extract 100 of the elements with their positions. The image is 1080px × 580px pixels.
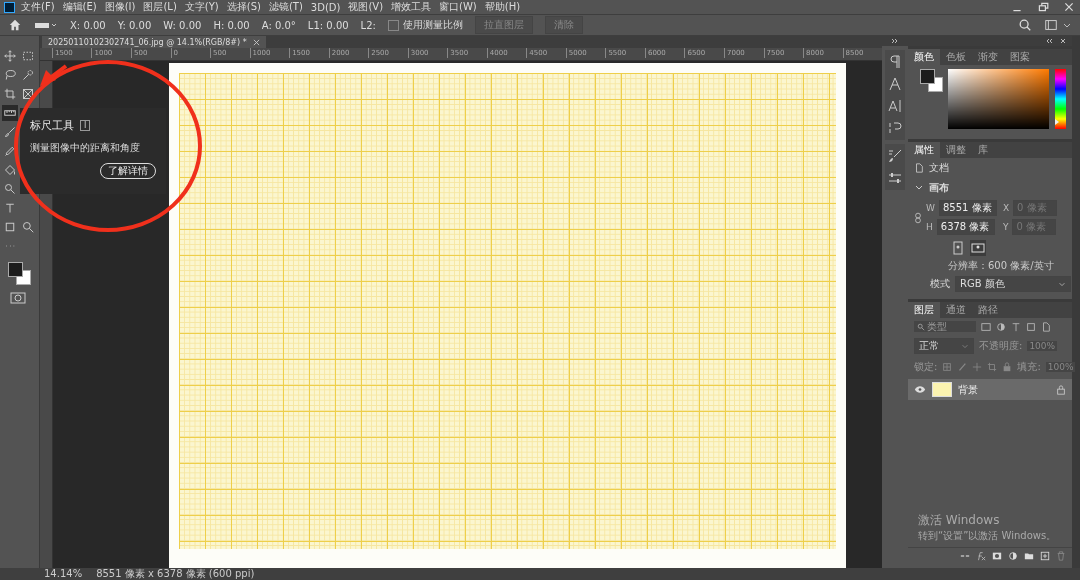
checkbox[interactable] <box>387 19 399 31</box>
activation-title: 激活 Windows <box>918 512 1001 529</box>
mode-dropdown[interactable]: RGB 颜色 <box>955 276 1071 292</box>
panel-tab[interactable]: 图层 <box>908 302 940 318</box>
checkerboard-icon[interactable] <box>942 362 953 372</box>
color-swatch-drawing[interactable] <box>8 262 30 284</box>
zoom-icon <box>22 221 34 233</box>
menu-item[interactable]: 增效工具 <box>389 0 434 14</box>
restore-icon[interactable] <box>1036 1 1050 13</box>
field-label: W <box>926 203 935 213</box>
marquee-icon <box>22 50 34 62</box>
image-icon[interactable] <box>981 321 991 332</box>
annotation-arrow <box>40 64 68 86</box>
input-field[interactable]: 8551 像素 <box>938 200 997 216</box>
lasso-icon <box>4 69 16 81</box>
menu-item[interactable]: 文件(F) <box>19 0 57 14</box>
menu-item[interactable]: 帮助(H) <box>482 0 523 14</box>
tool-button[interactable] <box>2 124 18 140</box>
hue-slider[interactable] <box>1055 69 1066 129</box>
menu-item[interactable]: 滤镜(T) <box>266 0 305 14</box>
layer-row[interactable]: 背景 <box>908 379 1072 400</box>
menu-item[interactable]: 图层(L) <box>141 0 179 14</box>
menu-item[interactable]: 视图(V) <box>346 0 386 14</box>
menu-item[interactable]: 图像(I) <box>102 0 138 14</box>
folder-icon[interactable] <box>1024 551 1034 561</box>
new-layer-icon[interactable] <box>1040 551 1050 561</box>
field-label: X <box>1002 203 1010 213</box>
home-icon[interactable] <box>8 18 22 32</box>
character-icon[interactable] <box>887 98 903 114</box>
landscape-icon[interactable] <box>970 240 986 256</box>
color-picker-field[interactable] <box>947 69 1050 129</box>
menu-item[interactable]: 编辑(E) <box>60 0 99 14</box>
lock-label: 锁定: <box>914 360 938 374</box>
effects-icon[interactable] <box>976 551 986 561</box>
document-tab[interactable]: 20250110102302741_06.jpg @ 14.1%(RGB/8#) * <box>42 36 266 48</box>
field-label: H <box>926 222 933 232</box>
tooltip-description: 测量图像中的距离和角度 <box>30 141 141 155</box>
close-icon[interactable] <box>1058 38 1068 44</box>
collapse-icon[interactable] <box>1044 38 1054 44</box>
quick-mask-icon[interactable] <box>10 292 26 304</box>
lock-icon[interactable] <box>1056 384 1066 395</box>
measurement-readout: Y: 0.00 <box>117 19 152 31</box>
close-icon[interactable] <box>1062 1 1076 13</box>
eye-icon[interactable] <box>914 385 926 394</box>
tool-button[interactable] <box>20 219 36 235</box>
half-circle-icon[interactable] <box>996 321 1006 332</box>
panel-tab[interactable]: 颜色 <box>908 49 940 65</box>
measurement-readout: A: 0.0° <box>261 19 296 31</box>
type-icon <box>4 202 16 214</box>
trash-icon[interactable] <box>1056 551 1066 561</box>
type-icon[interactable] <box>1011 321 1021 332</box>
color-swatch-drawing[interactable] <box>920 69 942 91</box>
panel-tab[interactable]: 路径 <box>972 302 1004 318</box>
measurement-readout: H: 0.00 <box>213 19 250 31</box>
document-label: 文档 <box>929 161 949 175</box>
brush-icon[interactable] <box>887 148 903 164</box>
input-field[interactable]: 6378 像素 <box>936 219 995 235</box>
menu-item[interactable]: 3D(D) <box>308 1 343 13</box>
adjustment-icon[interactable] <box>1008 551 1018 561</box>
panel-tab[interactable]: 调整 <box>940 142 972 158</box>
history-icon[interactable] <box>887 120 903 136</box>
lock-icon[interactable] <box>1002 362 1013 372</box>
move-icon <box>4 50 16 62</box>
hue-slider-thumb[interactable] <box>1055 119 1060 126</box>
layer-thumbnail <box>932 382 952 397</box>
menu-item[interactable]: 文字(Y) <box>182 0 221 14</box>
panel-tab[interactable]: 图案 <box>1004 49 1036 65</box>
workspace-icon[interactable] <box>1044 18 1058 32</box>
filter-field[interactable]: 类型 <box>914 321 976 332</box>
panel-tab[interactable]: 通道 <box>940 302 972 318</box>
paint-bucket-icon <box>4 164 16 176</box>
tool-button[interactable] <box>2 105 18 121</box>
panel-tab[interactable]: 渐变 <box>972 49 1004 65</box>
search-icon[interactable] <box>1018 18 1032 32</box>
zoom-level: 14.14% <box>44 568 83 580</box>
smart-object-icon[interactable] <box>1041 321 1051 332</box>
mask-icon[interactable] <box>992 551 1002 561</box>
menu-item[interactable]: 窗口(W) <box>437 0 479 14</box>
tool-button[interactable] <box>20 86 36 102</box>
measurement-readout: X: 0.00 <box>70 19 106 31</box>
portrait-icon[interactable] <box>950 240 966 256</box>
close-icon[interactable] <box>252 38 260 46</box>
expand-icon[interactable] <box>890 38 900 44</box>
transform-icon[interactable] <box>1026 321 1036 332</box>
checkbox-label: 使用测量比例 <box>402 18 463 32</box>
panel-tab[interactable]: 库 <box>972 142 994 158</box>
panel-tab[interactable]: 属性 <box>908 142 940 158</box>
measurement-readout: L1: 0.00 <box>307 19 349 31</box>
tool-button[interactable] <box>2 86 18 102</box>
menu-item[interactable]: 选择(S) <box>224 0 263 14</box>
glyph-icon[interactable] <box>887 76 903 92</box>
caret-icon <box>1058 280 1066 288</box>
caret-icon <box>961 342 969 350</box>
paragraph-icon[interactable] <box>887 54 903 70</box>
blend-mode-dropdown[interactable]: 正常 <box>914 338 974 354</box>
measurement-readout: W: 0.00 <box>163 19 202 31</box>
tool-button[interactable] <box>2 48 18 64</box>
sliders-icon[interactable] <box>887 170 903 186</box>
rectangle-icon <box>4 221 16 233</box>
panel-tab[interactable]: 色板 <box>940 49 972 65</box>
